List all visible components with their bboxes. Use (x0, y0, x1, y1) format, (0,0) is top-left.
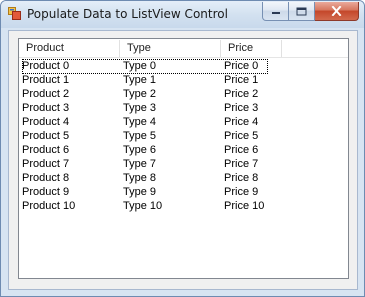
maximize-icon (296, 7, 307, 15)
cell-type: Type 9 (123, 186, 157, 198)
cell-type: Type 4 (123, 116, 157, 128)
close-button[interactable] (315, 2, 359, 21)
list-item[interactable]: Product 5 Type 5 Price 5 (19, 129, 348, 143)
cell-product: Product 7 (22, 158, 70, 170)
cell-product: Product 10 (22, 200, 76, 212)
cell-type: Type 3 (123, 102, 157, 114)
window-title: Populate Data to ListView Control (27, 7, 228, 21)
cell-type: Type 1 (123, 74, 157, 86)
cell-product: Product 3 (22, 102, 70, 114)
cell-type: Type 6 (123, 144, 157, 156)
cell-product: Product 8 (22, 172, 70, 184)
products-listview[interactable]: Product Type Price Product 0 Type 0 Price … (18, 38, 349, 279)
column-header-product[interactable]: Product (19, 39, 119, 58)
cell-type: Type 0 (123, 60, 157, 72)
listview-rows: Product 0 Type 0 Price 0 Product 1 Type 1 Pri… (19, 59, 348, 213)
cell-type: Type 5 (123, 130, 157, 142)
cell-price: Price 8 (224, 172, 259, 184)
cell-product: Product 1 (22, 74, 70, 86)
cell-product: Product 4 (22, 116, 70, 128)
cell-price: Price 5 (224, 130, 259, 142)
list-item[interactable]: Product 9 Type 9 Price 9 (19, 185, 348, 199)
column-header-price[interactable]: Price (221, 39, 281, 58)
column-header-type[interactable]: Type (120, 39, 220, 58)
cell-product: Product 9 (22, 186, 70, 198)
list-item[interactable]: Product 6 Type 6 Price 6 (19, 143, 348, 157)
cell-type: Type 10 (123, 200, 163, 212)
list-item[interactable]: Product 2 Type 2 Price 2 (19, 87, 348, 101)
app-window: Populate Data to ListView Control Produc… (0, 0, 365, 297)
list-item[interactable]: Product 7 Type 7 Price 7 (19, 157, 348, 171)
list-item[interactable]: Product 10 Type 10 Price 10 (19, 199, 348, 213)
list-item[interactable]: Product 3 Type 3 Price 3 (19, 101, 348, 115)
list-item[interactable]: Product 4 Type 4 Price 4 (19, 115, 348, 129)
cell-product: Product 0 (22, 60, 70, 72)
cell-type: Type 7 (123, 158, 157, 170)
maximize-button[interactable] (289, 2, 315, 21)
cell-price: Price 1 (224, 74, 259, 86)
list-item[interactable]: Product 0 Type 0 Price 0 (19, 59, 348, 74)
title-bar[interactable]: Populate Data to ListView Control (1, 1, 364, 28)
cell-price: Price 0 (224, 60, 259, 72)
cell-price: Price 7 (224, 158, 259, 170)
column-separator[interactable] (281, 40, 282, 57)
cell-price: Price 4 (224, 116, 259, 128)
app-window-icon[interactable] (8, 7, 21, 20)
cell-price: Price 6 (224, 144, 259, 156)
cell-price: Price 10 (224, 200, 265, 212)
client-area: Product Type Price Product 0 Type 0 Price … (8, 30, 358, 290)
cell-product: Product 5 (22, 130, 70, 142)
cell-type: Type 8 (123, 172, 157, 184)
cell-product: Product 6 (22, 144, 70, 156)
listview-header: Product Type Price (19, 39, 348, 58)
caption-buttons (262, 2, 359, 21)
minimize-button[interactable] (262, 2, 289, 21)
cell-type: Type 2 (123, 88, 157, 100)
cell-price: Price 2 (224, 88, 259, 100)
list-item[interactable]: Product 1 Type 1 Price 1 (19, 73, 348, 87)
cell-product: Product 2 (22, 88, 70, 100)
cell-price: Price 9 (224, 186, 259, 198)
list-item[interactable]: Product 8 Type 8 Price 8 (19, 171, 348, 185)
close-icon (331, 6, 342, 16)
minimize-icon (271, 12, 280, 14)
cell-price: Price 3 (224, 102, 259, 114)
